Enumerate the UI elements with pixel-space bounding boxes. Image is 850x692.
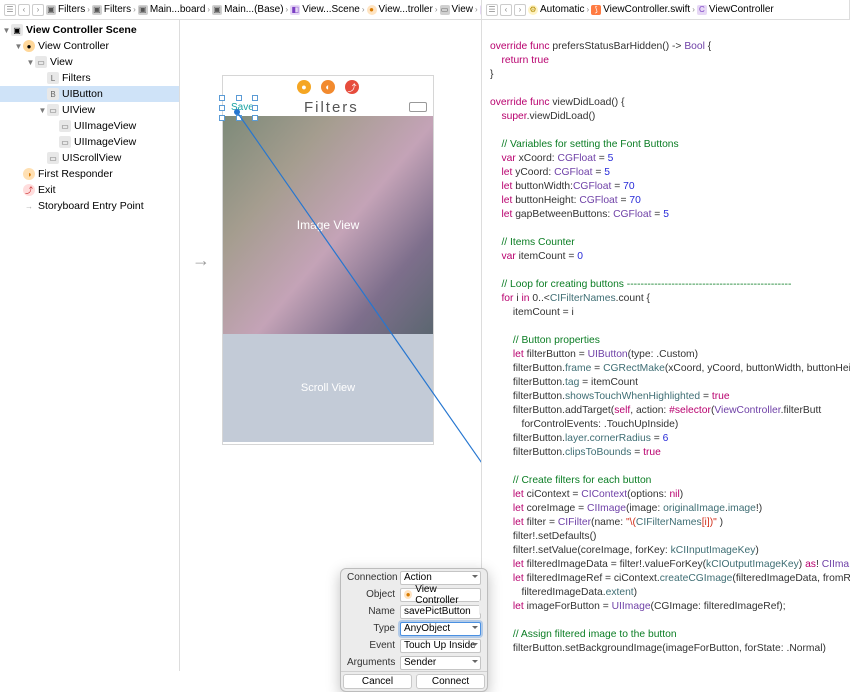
automatic-icon: ⚙ [528, 5, 538, 15]
tree-scroll[interactable]: ▭UIScrollView [0, 150, 179, 166]
viewcontroller-icon: ● [404, 590, 412, 599]
related-items-icon[interactable]: ☰ [486, 4, 498, 16]
crumb-item[interactable]: ◧View...Scene [290, 4, 360, 15]
pop-label: Connection [347, 572, 395, 583]
pop-label: Event [347, 640, 395, 651]
tree-imgview[interactable]: ▭UIImageView [0, 118, 179, 134]
back-icon[interactable]: ‹ [18, 4, 30, 16]
dock-responder-icon[interactable]: ◐ [321, 80, 335, 94]
dock-vc-icon[interactable]: ● [297, 80, 311, 94]
crumb-item[interactable]: ▭View [440, 4, 474, 15]
view-icon: ▭ [440, 5, 450, 15]
connection-popover: ConnectionAction Object●View Controller … [340, 568, 488, 692]
scene-icon: ▣ [11, 24, 23, 36]
tree-vc[interactable]: ▼●View Controller [0, 38, 179, 54]
tree-uiview[interactable]: ▼▭UIView [0, 102, 179, 118]
tree-responder[interactable]: ◑First Responder [0, 166, 179, 182]
swift-icon: ⟆ [591, 5, 601, 15]
breadcrumb-left: ☰ ‹ › ▣Filters› ▣Filters› ▣Main...board›… [0, 0, 482, 19]
pop-label: Object [347, 589, 395, 600]
storyboard-icon: ▣ [212, 5, 222, 15]
pop-label: Arguments [347, 657, 395, 668]
viewcontroller-icon: ● [367, 5, 377, 15]
object-field: ●View Controller [400, 588, 481, 602]
storyboard-icon: ▣ [138, 5, 148, 15]
tree-scene[interactable]: ▼▣View Controller Scene [0, 22, 179, 38]
tree-uibutton[interactable]: BUIButton [0, 86, 179, 102]
folder-icon: ▣ [46, 5, 56, 15]
pop-label: Name [347, 606, 395, 617]
crumb-item[interactable]: ●View...troller [367, 4, 433, 15]
tree-imgview2[interactable]: ▭UIImageView [0, 134, 179, 150]
forward-icon[interactable]: › [514, 4, 526, 16]
related-items-icon[interactable]: ☰ [4, 4, 16, 16]
crumb-class[interactable]: CViewController [697, 4, 774, 15]
document-outline: ▼▣View Controller Scene ▼●View Controlle… [0, 20, 180, 671]
forward-icon[interactable]: › [32, 4, 44, 16]
name-input[interactable]: savePictButton [400, 605, 481, 619]
code-editor[interactable]: override func prefersStatusBarHidden() -… [482, 20, 850, 671]
folder-icon: ▣ [92, 5, 102, 15]
crumb-file[interactable]: ⟆ViewController.swift [591, 4, 690, 15]
firstresponder-icon: ◑ [23, 168, 35, 180]
breadcrumb-bar: ☰ ‹ › ▣Filters› ▣Filters› ▣Main...board›… [0, 0, 850, 20]
connection-select[interactable]: Action [400, 571, 481, 585]
tree-view[interactable]: ▼▭View [0, 54, 179, 70]
tree-entry[interactable]: →Storyboard Entry Point [0, 198, 179, 214]
crumb-item[interactable]: ▣Main...(Base) [212, 4, 283, 15]
back-icon[interactable]: ‹ [500, 4, 512, 16]
event-select[interactable]: Touch Up Inside [400, 639, 481, 653]
crumb-item[interactable]: ▣Filters [46, 4, 85, 15]
entry-arrow-icon: → [192, 250, 210, 271]
viewcontroller-icon: ● [23, 40, 35, 52]
imageview-icon: ▭ [59, 120, 71, 132]
scroll-view[interactable]: Scroll View [223, 334, 433, 442]
imageview-icon: ▭ [59, 136, 71, 148]
tree-exit[interactable]: ⤴Exit [0, 182, 179, 198]
class-icon: C [697, 5, 707, 15]
scrollview-icon: ▭ [47, 152, 59, 164]
entrypoint-icon: → [23, 200, 35, 212]
crumb-item[interactable]: ▣Filters [92, 4, 131, 15]
crumb-automatic[interactable]: ⚙Automatic [528, 4, 584, 15]
nav-title: Filters [254, 99, 409, 116]
pop-label: Type [347, 623, 395, 634]
battery-icon [409, 102, 427, 112]
image-view[interactable]: Image View [223, 116, 433, 334]
arguments-select[interactable]: Sender [400, 656, 481, 670]
crumb-item[interactable]: ▣Main...board [138, 4, 206, 15]
connect-button[interactable]: Connect [416, 674, 485, 689]
cancel-button[interactable]: Cancel [343, 674, 412, 689]
view-icon: ▭ [35, 56, 47, 68]
exit-icon: ⤴ [23, 184, 35, 196]
tree-filters[interactable]: LFilters [0, 70, 179, 86]
scene-icon: ◧ [290, 5, 300, 15]
dock-exit-icon[interactable]: ⤴ [345, 80, 359, 94]
label-icon: L [47, 72, 59, 84]
type-select[interactable]: AnyObject [400, 622, 481, 636]
breadcrumb-right: ☰ ‹ › ⚙Automatic› ⟆ViewController.swift›… [482, 0, 850, 19]
save-button[interactable]: Save [231, 102, 254, 113]
view-icon: ▭ [47, 104, 59, 116]
device-frame[interactable]: ● ◐ ⤴ Save Filters Image View Scroll Vie… [222, 75, 434, 445]
button-icon: B [47, 88, 59, 100]
